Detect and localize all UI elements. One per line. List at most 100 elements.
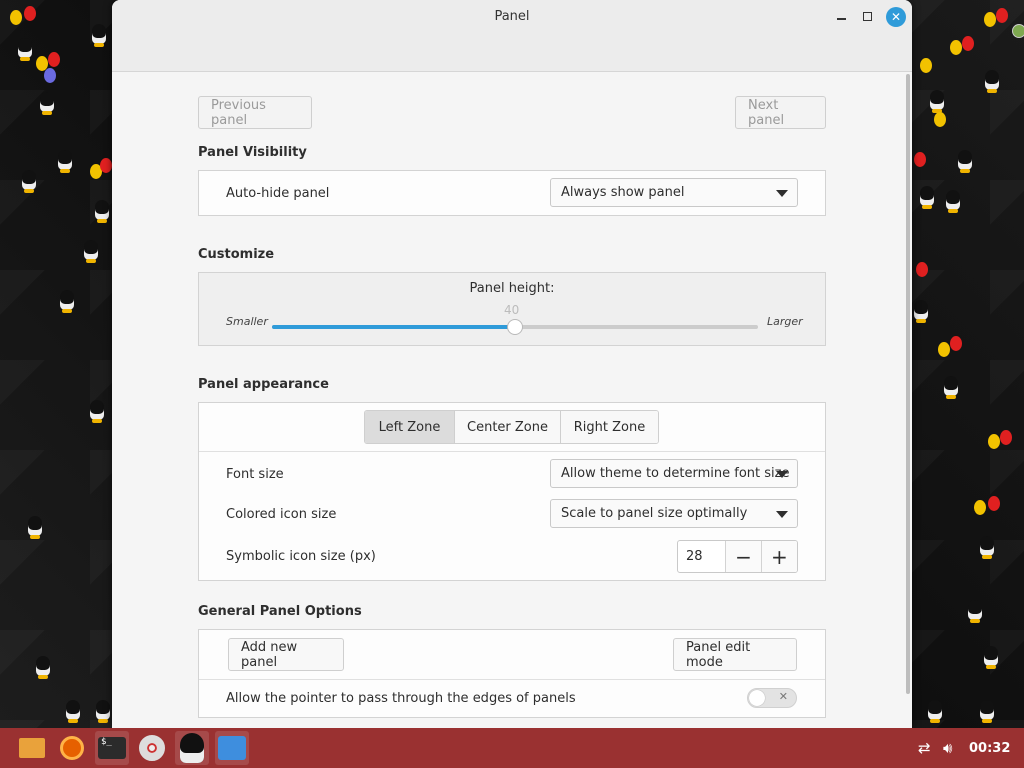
balloon-decoration bbox=[24, 6, 36, 21]
tab-right-zone[interactable]: Right Zone bbox=[561, 411, 658, 443]
tux-decoration bbox=[985, 70, 999, 93]
chevron-down-icon bbox=[776, 511, 788, 518]
tux-decoration bbox=[944, 376, 958, 399]
disc-icon[interactable] bbox=[135, 731, 169, 765]
maximize-button[interactable] bbox=[858, 7, 876, 25]
increment-button[interactable]: + bbox=[761, 541, 797, 572]
balloon-decoration bbox=[920, 58, 932, 73]
window-title: Panel bbox=[494, 9, 530, 24]
tux-decoration bbox=[18, 38, 32, 61]
tux-decoration bbox=[980, 536, 994, 559]
scrollbar[interactable] bbox=[906, 74, 910, 694]
next-panel-button[interactable]: Next panel bbox=[735, 96, 826, 129]
minimize-icon bbox=[836, 18, 846, 20]
visibility-box: Auto-hide panel Always show panel bbox=[198, 170, 826, 216]
pass-through-toggle[interactable]: ✕ bbox=[747, 688, 797, 708]
symbolic-icon-size-input[interactable]: 28 bbox=[678, 541, 727, 572]
font-size-label: Font size bbox=[226, 467, 284, 482]
symbolic-icon-size-stepper: 28 − + bbox=[677, 540, 798, 573]
customize-box: Panel height: 40 Smaller Larger bbox=[198, 272, 826, 346]
balloon-decoration bbox=[988, 496, 1000, 511]
tux-decoration bbox=[92, 24, 106, 47]
pass-through-label: Allow the pointer to pass through the ed… bbox=[226, 691, 576, 706]
minimize-button[interactable] bbox=[832, 7, 850, 25]
maximize-icon bbox=[862, 11, 872, 21]
titlebar[interactable]: Panel ✕ bbox=[112, 0, 912, 72]
tux-decoration bbox=[28, 516, 42, 539]
colored-icon-size-dropdown[interactable]: Scale to panel size optimally bbox=[550, 499, 798, 528]
colored-icon-size-label: Colored icon size bbox=[226, 507, 337, 522]
section-title-visibility: Panel Visibility bbox=[198, 145, 307, 160]
font-size-dropdown[interactable]: Allow theme to determine font size bbox=[550, 459, 798, 488]
balloon-decoration bbox=[914, 152, 926, 167]
divider bbox=[199, 679, 825, 680]
panel-navigation: Previous panel Next panel bbox=[198, 96, 826, 129]
chevron-down-icon bbox=[776, 190, 788, 197]
balloon-decoration bbox=[950, 40, 962, 55]
panel-height-label: Panel height: bbox=[469, 281, 555, 296]
firefox-icon[interactable] bbox=[55, 731, 89, 765]
balloon-decoration bbox=[988, 434, 1000, 449]
balloon-decoration bbox=[974, 500, 986, 515]
tux-decoration bbox=[930, 90, 944, 113]
slider-thumb[interactable] bbox=[507, 319, 523, 335]
panel-settings-icon[interactable] bbox=[215, 731, 249, 765]
slider-max-label: Larger bbox=[767, 315, 803, 328]
general-box: Add new panel Panel edit mode Allow the … bbox=[198, 629, 826, 718]
balloon-decoration bbox=[984, 12, 996, 27]
section-title-customize: Customize bbox=[198, 247, 275, 262]
tux-decoration bbox=[980, 700, 994, 723]
chevron-down-icon bbox=[776, 471, 788, 478]
clock[interactable]: 00:32 bbox=[969, 728, 1010, 768]
tux-icon[interactable] bbox=[175, 731, 209, 765]
volume-icon[interactable]: 🔊︎ bbox=[943, 728, 952, 768]
slider-fill bbox=[272, 325, 515, 329]
balloon-decoration bbox=[44, 68, 56, 83]
close-icon: ✕ bbox=[890, 10, 902, 24]
autohide-dropdown-value: Always show panel bbox=[561, 185, 685, 200]
balloon-decoration bbox=[962, 36, 974, 51]
tux-decoration bbox=[984, 646, 998, 669]
decrement-button[interactable]: − bbox=[726, 541, 762, 572]
panel-settings-window: Panel ✕ Previous panel Next panel Panel … bbox=[112, 0, 912, 728]
tux-decoration bbox=[40, 92, 54, 115]
tab-left-zone[interactable]: Left Zone bbox=[365, 411, 455, 443]
tux-decoration bbox=[36, 656, 50, 679]
balloon-decoration bbox=[996, 8, 1008, 23]
slider-min-label: Smaller bbox=[226, 315, 268, 328]
terminal-icon[interactable]: $_ bbox=[95, 731, 129, 765]
balloon-decoration bbox=[950, 336, 962, 351]
tab-center-zone[interactable]: Center Zone bbox=[455, 411, 561, 443]
settings-content: Previous panel Next panel Panel Visibili… bbox=[198, 96, 826, 718]
section-title-general: General Panel Options bbox=[198, 604, 362, 619]
tux-decoration bbox=[920, 186, 934, 209]
balloon-decoration bbox=[10, 10, 22, 25]
toggle-knob bbox=[749, 690, 765, 706]
divider bbox=[199, 451, 825, 452]
tux-decoration bbox=[946, 190, 960, 213]
tux-decoration bbox=[928, 700, 942, 723]
taskbar: $_ ⇄ 🔊︎ 00:32 bbox=[0, 728, 1024, 768]
panel-height-value: 40 bbox=[504, 303, 520, 317]
previous-panel-button[interactable]: Previous panel bbox=[198, 96, 312, 129]
folder-icon[interactable] bbox=[15, 731, 49, 765]
appearance-box: Left Zone Center Zone Right Zone Font si… bbox=[198, 402, 826, 581]
panel-edit-mode-button[interactable]: Panel edit mode bbox=[673, 638, 797, 671]
tux-decoration bbox=[914, 300, 928, 323]
balloon-decoration bbox=[934, 112, 946, 127]
balloon-decoration bbox=[916, 262, 928, 277]
zone-tabs: Left Zone Center Zone Right Zone bbox=[364, 410, 659, 444]
tux-decoration bbox=[90, 400, 104, 423]
balloon-decoration bbox=[48, 52, 60, 67]
balloon-decoration bbox=[1000, 430, 1012, 445]
toggle-off-icon: ✕ bbox=[778, 690, 788, 703]
autohide-dropdown[interactable]: Always show panel bbox=[550, 178, 798, 207]
tux-decoration bbox=[96, 700, 110, 723]
network-icon[interactable]: ⇄ bbox=[918, 728, 931, 768]
desktop-globe-icon[interactable] bbox=[1012, 24, 1024, 38]
add-new-panel-button[interactable]: Add new panel bbox=[228, 638, 344, 671]
font-size-dropdown-value: Allow theme to determine font size bbox=[561, 466, 790, 481]
tux-decoration bbox=[95, 200, 109, 223]
panel-height-slider[interactable] bbox=[272, 319, 758, 335]
close-button[interactable]: ✕ bbox=[886, 7, 906, 27]
